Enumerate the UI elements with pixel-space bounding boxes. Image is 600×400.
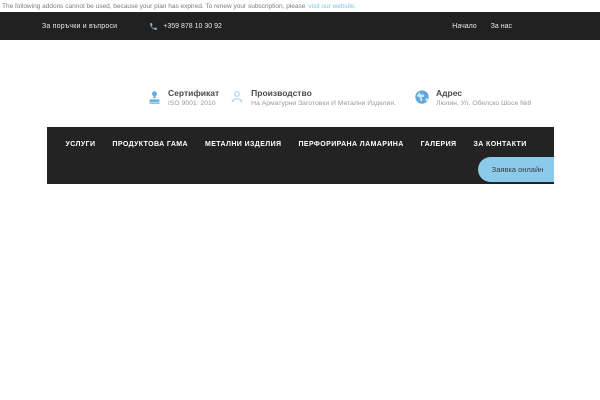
online-request-button[interactable]: Заявка онлайн (477, 157, 554, 182)
header-area: Сертификат ISO 9001: 2010 Производство Н… (0, 40, 600, 127)
visit-website-link[interactable]: visit our website (308, 3, 354, 10)
nav-item-gallery[interactable]: ГАЛЕРИЯ (421, 141, 457, 148)
feature-production: Производство На Арматурни Заготовки И Ме… (229, 88, 396, 110)
nav-links: УСЛУГИ ПРОДУКТОВА ГАМА МЕТАЛНИ ИЗДЕЛИЯ П… (47, 127, 554, 148)
nav-item-products[interactable]: ПРОДУКТОВА ГАМА (112, 141, 188, 148)
stamp-icon (147, 89, 162, 111)
nav-item-contacts[interactable]: ЗА КОНТАКТИ (473, 141, 526, 148)
main-nav: УСЛУГИ ПРОДУКТОВА ГАМА МЕТАЛНИ ИЗДЕЛИЯ П… (46, 127, 554, 184)
feature-address: Адрес Люлин, Ул. Обелско Шосе №8 (414, 88, 531, 110)
phone-number: +359 878 10 30 92 (163, 22, 222, 30)
plan-warning-message: The following addons cannot be used, bec… (2, 2, 306, 10)
nav-item-services[interactable]: УСЛУГИ (66, 141, 96, 148)
factory-icon (229, 89, 245, 110)
topbar-menu: Начало За нас (452, 23, 512, 30)
plan-warning-bar: The following addons cannot be used, bec… (0, 0, 600, 12)
feature-certificate: Сертификат ISO 9001: 2010 (147, 88, 219, 111)
topbar: За поръчки и въпроси +359 878 10 30 92 Н… (0, 12, 600, 40)
feature-title: Производство (251, 88, 312, 98)
topbar-menu-about[interactable]: За нас (491, 23, 512, 30)
orders-label: За поръчки и въпроси (42, 22, 118, 30)
nav-item-perforated[interactable]: ПЕРФОРИРАНА ЛАМАРИНА (298, 141, 403, 148)
globe-icon (414, 89, 430, 110)
feature-subtitle: На Арматурни Заготовки И Метални Изделия… (251, 100, 397, 107)
topbar-menu-home[interactable]: Начало (452, 23, 476, 30)
feature-title: Сертификат (168, 88, 220, 98)
feature-subtitle: Люлин, Ул. Обелско Шосе №8 (436, 100, 532, 107)
phone-icon (150, 22, 158, 30)
features-row: Сертификат ISO 9001: 2010 Производство Н… (47, 88, 553, 111)
nav-item-metal[interactable]: МЕТАЛНИ ИЗДЕЛИЯ (205, 141, 281, 148)
feature-subtitle: ISO 9001: 2010 (168, 100, 216, 107)
feature-title: Адрес (436, 88, 463, 98)
phone-group: +359 878 10 30 92 (149, 22, 222, 31)
warning-suffix: . (354, 2, 357, 10)
